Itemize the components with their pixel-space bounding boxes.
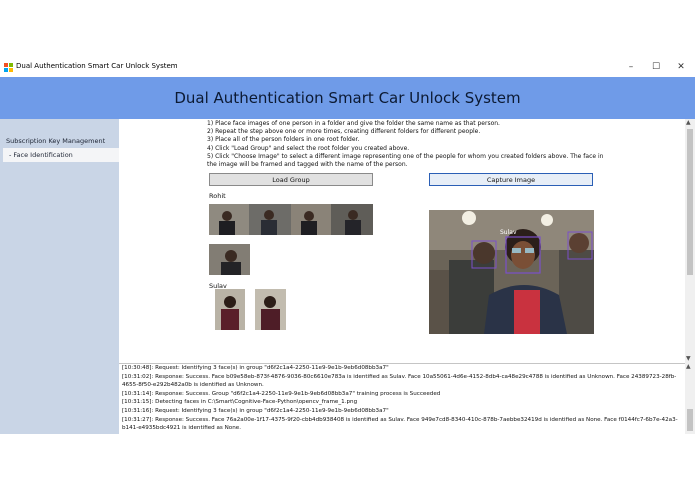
instruction-line: 4) Click "Load Group" and select the roo… — [207, 144, 410, 152]
app-logo-icon — [4, 63, 13, 72]
scrollbar-thumb[interactable] — [687, 129, 693, 275]
capture-image-button[interactable]: Capture Image — [429, 173, 593, 186]
person-photo — [255, 289, 286, 330]
log-line: 4655-8f50-e292b482a0b is identified as U… — [122, 382, 264, 389]
log-line: [10:31:15]: Detecting faces in C:\Smart\… — [122, 399, 358, 406]
face-tag: Sulav — [500, 229, 517, 236]
app-window: Dual Authentication Smart Car Unlock Sys… — [0, 58, 695, 435]
log-line: [10:31:27]: Response: Success. Face 76a2… — [122, 416, 678, 423]
maximize-button[interactable]: ☐ — [645, 60, 667, 74]
log-line: [10:30:48]: Request: Identifying 3 face(… — [122, 365, 389, 371]
scrollbar-thumb[interactable] — [687, 409, 693, 431]
minimize-button[interactable]: – — [620, 60, 642, 74]
log-panel: [10:30:48]: Request: Identifying 3 face(… — [119, 363, 685, 435]
log-scrollbar[interactable]: ▲ — [685, 363, 695, 434]
log-line: b141-e4935bdc4921 is identified as None. — [122, 425, 241, 432]
app-header: Dual Authentication Smart Car Unlock Sys… — [0, 77, 695, 119]
window-title: Dual Authentication Smart Car Unlock Sys… — [16, 62, 178, 70]
instruction-line: 2) Repeat the step above one or more tim… — [207, 128, 481, 136]
scroll-up-icon[interactable]: ▲ — [686, 363, 691, 370]
person-photo — [215, 289, 245, 330]
sidebar-item-subscription-key[interactable]: Subscription Key Management — [0, 135, 119, 147]
instruction-line: the image will be framed and tagged with… — [207, 161, 408, 169]
person-photo — [209, 244, 250, 275]
sidebar: Subscription Key Management - Face Ident… — [0, 119, 119, 434]
instructions: 1) Place face images of one person in a … — [207, 120, 604, 169]
load-group-button[interactable]: Load Group — [209, 173, 373, 186]
instruction-line: 5) Click "Choose Image" to select a diff… — [207, 152, 604, 160]
log-line: [10:31:16]: Request: Identifying 3 face(… — [122, 407, 389, 414]
close-button[interactable]: ✕ — [670, 60, 692, 74]
log-line: [10:31:14]: Response: Success. Group "d6… — [122, 390, 441, 397]
main-panel: 1) Place face images of one person in a … — [119, 119, 685, 363]
instruction-line: 3) Place all of the person folders in on… — [207, 136, 360, 144]
person-name-label: Rohit — [209, 192, 226, 200]
sidebar-item-face-identification[interactable]: - Face Identification — [3, 148, 119, 162]
person-photo-strip — [209, 204, 373, 235]
scroll-down-icon[interactable]: ▼ — [686, 355, 691, 362]
log-line: [10:31:02]: Response: Success. Face b09e… — [122, 373, 677, 380]
scroll-up-icon[interactable]: ▲ — [686, 119, 691, 126]
captured-image: Sulav — [429, 210, 594, 334]
main-scrollbar[interactable]: ▲ ▼ — [685, 119, 695, 363]
instruction-line: 1) Place face images of one person in a … — [207, 120, 500, 127]
page-title: Dual Authentication Smart Car Unlock Sys… — [174, 89, 521, 107]
title-bar: Dual Authentication Smart Car Unlock Sys… — [0, 58, 695, 77]
